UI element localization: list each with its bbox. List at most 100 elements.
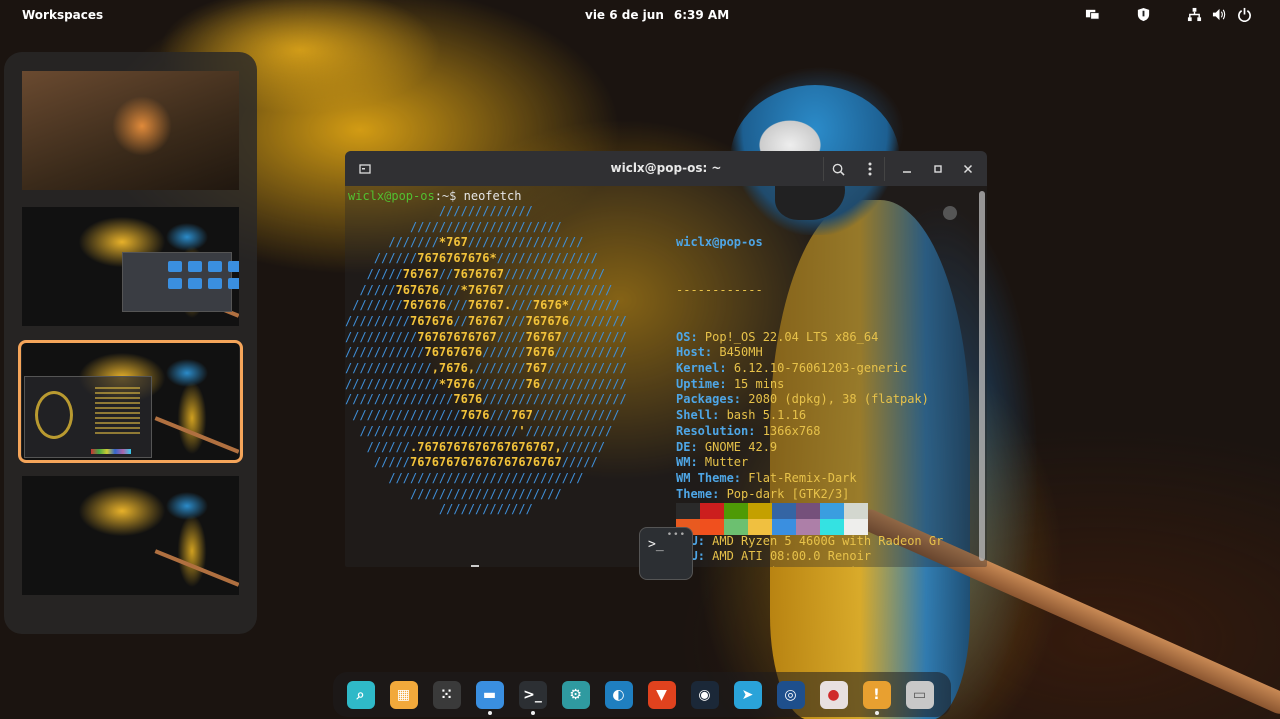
menu-button[interactable]: [855, 157, 885, 181]
info-row: Resolution: 1366x768: [676, 423, 821, 438]
palette-swatch: [820, 519, 844, 535]
info-row: Theme: Pop-dark [GTK2/3]: [676, 486, 850, 501]
info-row: Uptime: 15 mins: [676, 376, 785, 391]
info-row: OS: Pop!_OS 22.04 LTS x86_64: [676, 329, 879, 344]
info-row: WM: Mutter: [676, 455, 749, 470]
logo-line: //////.7676767676767676767,//////: [345, 439, 606, 454]
app-grid-icon: ⁙: [432, 680, 461, 709]
dock-item[interactable]: ➤: [726, 673, 769, 716]
info-value: 1366x768: [762, 423, 821, 438]
logo-line: /////////////: [345, 502, 533, 517]
thumbnail-wallpaper: [52, 476, 222, 595]
terminal-scrollbar[interactable]: [979, 191, 985, 561]
dock-item[interactable]: ⁙: [425, 673, 468, 716]
color-palette: [676, 503, 868, 535]
dock-item[interactable]: ◐: [597, 673, 640, 716]
palette-swatch: [844, 503, 868, 519]
browser-icon: ◐: [604, 680, 633, 709]
kebab-menu-icon: [868, 162, 871, 176]
info-key: DE: [676, 439, 691, 454]
palette-swatch: [796, 503, 820, 519]
maximize-button[interactable]: [926, 157, 950, 181]
running-indicator: [530, 711, 535, 715]
network-icon[interactable]: [1187, 7, 1202, 22]
logo-line: ////////////,7676,///////767///////////: [345, 361, 627, 376]
settings-icon: ⚙: [561, 680, 590, 709]
prompt-user: wiclx@pop-os: [348, 189, 435, 203]
info-row: GPU: AMD ATI 08:00.0 Renoir: [676, 549, 943, 565]
dock-item[interactable]: ▼: [640, 673, 683, 716]
palette-swatch: [724, 503, 748, 519]
power-icon[interactable]: [1237, 7, 1252, 22]
logo-line: /////////////*7676///////76////////////: [345, 376, 627, 391]
info-value: 6.12.10-76061203-generic: [733, 361, 908, 376]
dock-item[interactable]: ⚙: [554, 673, 597, 716]
warning-app-icon: !: [862, 680, 891, 709]
info-value: GNOME 42.9: [704, 439, 778, 454]
info-row: WM Theme: Flat-Remix-Dark: [676, 470, 857, 485]
dragged-terminal-icon[interactable]: ••• >_: [639, 527, 693, 580]
dock-item[interactable]: !: [855, 673, 898, 716]
logo-line: /////767676767676767676767/////: [345, 455, 598, 470]
info-key: Shell: [676, 408, 713, 423]
search-button[interactable]: [823, 157, 853, 181]
info-key: Resolution: [676, 423, 749, 438]
dock-item[interactable]: ◎: [769, 673, 812, 716]
dock-item[interactable]: ▬: [468, 673, 511, 716]
search-app-icon: ⌕: [346, 680, 375, 709]
logo-line: /////////////////////: [345, 219, 562, 234]
logo-line: /////////767676//76767///767676////////: [345, 313, 627, 328]
palette-swatch: [820, 503, 844, 519]
logo-line: ///////////////////////////: [345, 470, 584, 485]
strawberry-icon: ●: [819, 680, 848, 709]
screen-icon[interactable]: [1085, 7, 1100, 22]
volume-icon[interactable]: [1212, 7, 1227, 22]
logo-line: /////767676///*76767///////////////: [345, 282, 613, 297]
dock-item[interactable]: >_: [511, 673, 554, 716]
logo-line: ///////////////7676////////////////////: [345, 392, 627, 407]
logo-line: ///////767676///76767.///7676*///////: [345, 298, 620, 313]
running-indicator: [487, 711, 492, 715]
logo-line: ///////*767////////////////: [345, 235, 584, 250]
telegram-icon: ➤: [733, 680, 762, 709]
info-value: AMD ATI 08:00.0 Renoir: [712, 549, 872, 564]
clock[interactable]: vie 6 de jun 6:39 AM: [585, 8, 729, 22]
info-row: DE: GNOME 42.9: [676, 439, 778, 454]
terminal-window[interactable]: wiclx@pop-os: ~ wiclx@pop-os:~$ neofetch…: [345, 151, 987, 567]
workspace-thumbnail-1[interactable]: [22, 71, 239, 190]
maximize-icon: [934, 165, 942, 173]
info-key: Host: [676, 345, 705, 360]
info-row: Packages: 2080 (dpkg), 38 (flatpak): [676, 392, 929, 407]
palette-swatch: [772, 519, 796, 535]
minimize-button[interactable]: [895, 157, 919, 181]
info-value: 9732MiB / 23413MiB: [734, 565, 864, 567]
palette-swatch: [772, 503, 796, 519]
workspace-thumbnail-2[interactable]: [22, 207, 239, 326]
brave-icon: ▼: [647, 680, 676, 709]
palette-swatch: [724, 519, 748, 535]
terminal-headerbar[interactable]: wiclx@pop-os: ~: [345, 151, 987, 186]
shield-icon[interactable]: [1136, 7, 1151, 22]
workspaces-button[interactable]: Workspaces: [22, 8, 103, 22]
dock-item[interactable]: ●: [812, 673, 855, 716]
info-value: 2080 (dpkg), 38 (flatpak): [748, 392, 929, 407]
palette-swatch: [676, 503, 700, 519]
palette-swatch: [796, 519, 820, 535]
dock-item[interactable]: ▭: [898, 673, 941, 716]
terminal-icon: >_: [518, 680, 547, 709]
dock-item[interactable]: ▦: [382, 673, 425, 716]
search-icon: [832, 163, 845, 176]
dock-item[interactable]: ⌕: [339, 673, 382, 716]
workspace-thumbnail-4[interactable]: [22, 476, 239, 595]
logo-line: /////////////: [345, 204, 533, 218]
info-key: Theme: [676, 486, 713, 501]
dock-item[interactable]: ◉: [683, 673, 726, 716]
close-icon: [963, 164, 973, 174]
palette-swatch: [700, 519, 724, 535]
logo-line: /////////////////////: [345, 486, 562, 501]
close-button[interactable]: [956, 157, 980, 181]
software-center-icon: ▦: [389, 680, 418, 709]
system-tray[interactable]: [1085, 7, 1252, 22]
info-value: bash 5.1.16: [726, 408, 807, 423]
palette-swatch: [748, 503, 772, 519]
